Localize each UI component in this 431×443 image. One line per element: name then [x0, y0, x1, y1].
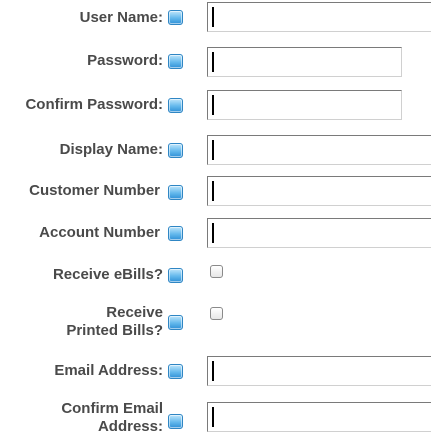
email-address-input[interactable] [207, 356, 431, 386]
confirm-password-input[interactable] [207, 90, 402, 120]
customer-number-label: Customer Number [29, 182, 160, 199]
confirm-email-address-label: Confirm Email Address: [61, 400, 163, 435]
help-icon[interactable] [168, 226, 183, 241]
email-address-label: Email Address: [54, 362, 163, 379]
text-caret [212, 181, 214, 201]
text-caret [212, 223, 214, 243]
confirm-password-label: Confirm Password: [25, 96, 163, 113]
help-icon[interactable] [168, 414, 183, 429]
text-caret [212, 52, 214, 72]
customer-number-input[interactable] [207, 176, 431, 206]
text-caret [212, 407, 214, 427]
help-icon[interactable] [168, 98, 183, 113]
confirm-email-address-input[interactable] [207, 402, 431, 432]
receive-ebills-checkbox[interactable] [210, 265, 223, 278]
help-icon[interactable] [168, 185, 183, 200]
text-caret [212, 7, 214, 27]
password-input[interactable] [207, 47, 402, 77]
receive-printed-bills-label: Receive Printed Bills? [66, 304, 163, 339]
help-icon[interactable] [168, 54, 183, 69]
receive-printed-bills-checkbox[interactable] [210, 307, 223, 320]
display-name-label: Display Name: [59, 141, 163, 158]
display-name-input[interactable] [207, 135, 431, 165]
help-icon[interactable] [168, 10, 183, 25]
text-caret [212, 95, 214, 115]
text-caret [212, 361, 214, 381]
text-caret [212, 140, 214, 160]
help-icon[interactable] [168, 315, 183, 330]
user-name-label: User Name: [79, 9, 163, 26]
help-icon[interactable] [168, 364, 183, 379]
account-number-label: Account Number [39, 224, 160, 241]
account-number-input[interactable] [207, 218, 431, 248]
help-icon[interactable] [168, 143, 183, 158]
help-icon[interactable] [168, 268, 183, 283]
password-label: Password: [87, 52, 163, 69]
receive-ebills-label: Receive eBills? [52, 266, 163, 283]
user-name-input[interactable] [207, 2, 431, 32]
